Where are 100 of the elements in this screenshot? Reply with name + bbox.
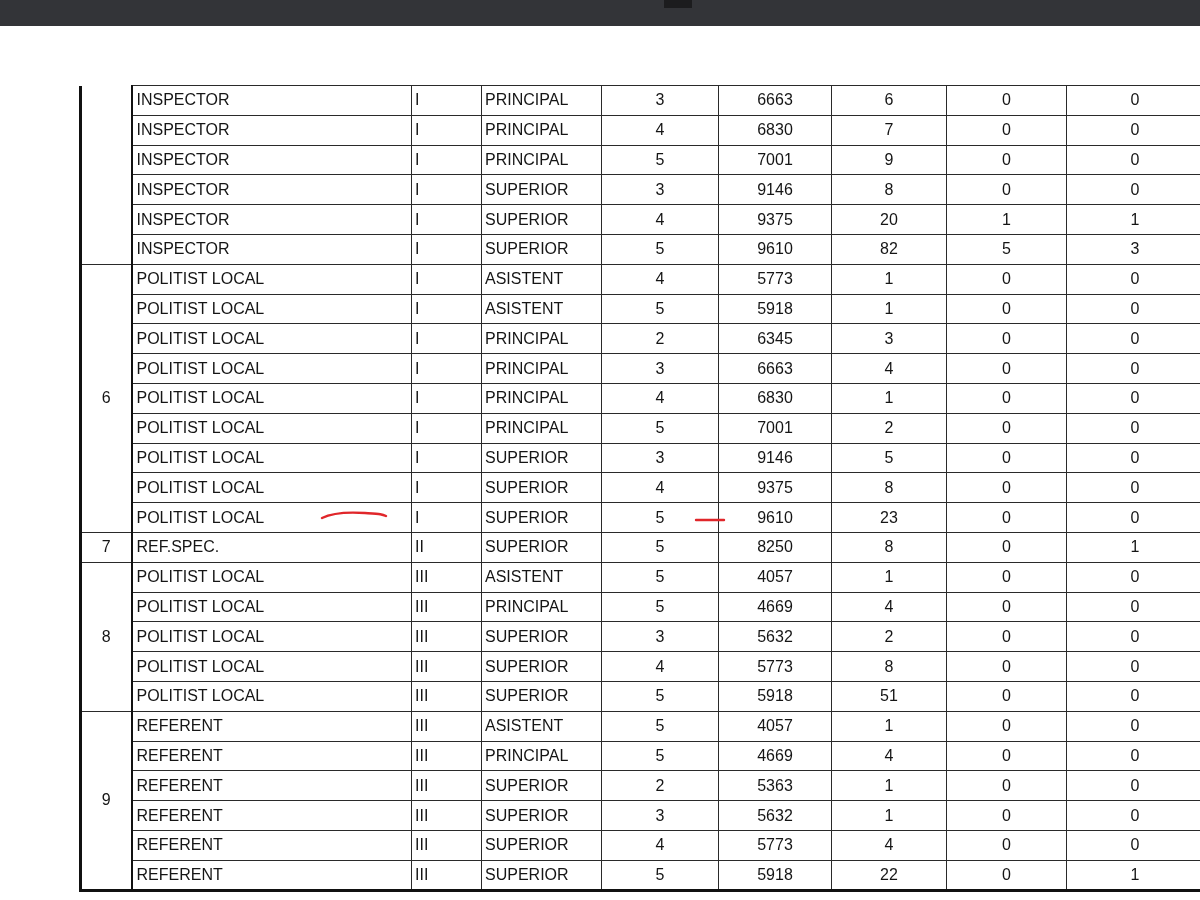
table-cell: 5918 [718,681,832,712]
table-cell: 0 [946,443,1067,473]
table-cell: 5 [601,860,719,890]
table-cell: I [411,145,482,175]
table-cell: 9146 [718,174,832,205]
table-cell: 5 [601,681,719,712]
table-cell: 6663 [718,353,832,384]
table-cell: SUPERIOR [481,770,602,801]
table-cell: PRINCIPAL [481,323,602,354]
table-cell: 51 [831,681,947,712]
table-cell: 5 [601,234,719,265]
table-cell: POLITIST LOCAL [131,592,412,622]
table-cell: 8 [831,651,947,682]
table-cell: 5 [601,711,719,742]
table-cell: 0 [946,830,1067,861]
table-cell: POLITIST LOCAL [131,264,412,295]
table-cell: 6663 [718,85,832,116]
table-cell: 9 [80,711,132,890]
table-cell: SUPERIOR [481,621,602,652]
table-cell: REFERENT [131,800,412,831]
table-cell: 5 [601,145,719,175]
table-cell: 6345 [718,323,832,354]
table-cell: I [411,502,482,533]
table-cell: II [411,532,482,563]
table-cell: 5 [946,234,1067,265]
table-cell: SUPERIOR [481,204,602,235]
table-cell: 1 [831,383,947,414]
table-cell: I [411,234,482,265]
table-cell: SUPERIOR [481,502,602,533]
table-cell: POLITIST LOCAL [131,651,412,682]
table-cell: III [411,770,482,801]
table-cell: I [411,443,482,473]
table-cell: POLITIST LOCAL [131,443,412,473]
table-cell: INSPECTOR [131,85,412,116]
table-cell: 0 [946,800,1067,831]
table-cell: REFERENT [131,830,412,861]
table-cell: 5 [601,502,719,533]
table-cell: 9610 [718,234,832,265]
table-cell: 0 [946,592,1067,622]
table-cell: 5632 [718,621,832,652]
table-cell: 7001 [718,413,832,444]
table-cell: 20 [831,204,947,235]
table-cell: REFERENT [131,770,412,801]
table-cell: 8 [831,472,947,503]
table-cell: 3 [601,353,719,384]
table-cell: 7001 [718,145,832,175]
table-cell: I [411,174,482,205]
table-cell: 8250 [718,532,832,563]
table-cell: 4 [831,741,947,771]
table-cell: SUPERIOR [481,174,602,205]
table-cell: POLITIST LOCAL [131,621,412,652]
table-cell: III [411,800,482,831]
table-cell: PRINCIPAL [481,145,602,175]
table-cell: 1 [831,770,947,801]
table-cell: 5 [601,592,719,622]
table-cell: PRINCIPAL [481,383,602,414]
table-cell: 4057 [718,562,832,593]
table-cell: I [411,264,482,295]
table-cell: I [411,115,482,146]
table-cell: III [411,651,482,682]
table-cell: ASISTENT [481,294,602,324]
table-cell: 0 [946,770,1067,801]
table-cell: 5363 [718,770,832,801]
table-cell: POLITIST LOCAL [131,353,412,384]
table-cell: 1 [831,294,947,324]
table-cell: 5632 [718,800,832,831]
table-cell: 0 [946,353,1067,384]
table-cell: 0 [946,413,1067,444]
table-cell: POLITIST LOCAL [131,383,412,414]
table-cell: 0 [946,502,1067,533]
table-cell: I [411,204,482,235]
table-cell: SUPERIOR [481,651,602,682]
table-cell: 5773 [718,651,832,682]
table-cell: 3 [831,323,947,354]
table-cell: REFERENT [131,860,412,890]
table-cell: III [411,621,482,652]
table-cell: I [411,472,482,503]
table-cell: 0 [1066,85,1200,116]
table-cell: I [411,323,482,354]
page-number-field[interactable] [664,0,692,8]
table-cell: 9375 [718,472,832,503]
table-cell: SUPERIOR [481,800,602,831]
table-cell: 2 [601,770,719,801]
table-cell: 5 [601,532,719,563]
table-cell: I [411,383,482,414]
table-cell: POLITIST LOCAL [131,681,412,712]
table-cell: 4669 [718,741,832,771]
table-cell: 9 [831,145,947,175]
table-cell: 0 [946,383,1067,414]
table-cell: 4 [601,204,719,235]
table-cell: REFERENT [131,741,412,771]
table-cell: 0 [946,294,1067,324]
table-cell: 3 [601,174,719,205]
table-cell: 8 [80,562,132,712]
table-cell: 5918 [718,294,832,324]
table-cell: 0 [946,681,1067,712]
table-cell: POLITIST LOCAL [131,472,412,503]
table-cell: III [411,711,482,742]
table-cell: 4669 [718,592,832,622]
table-cell: 8 [831,174,947,205]
